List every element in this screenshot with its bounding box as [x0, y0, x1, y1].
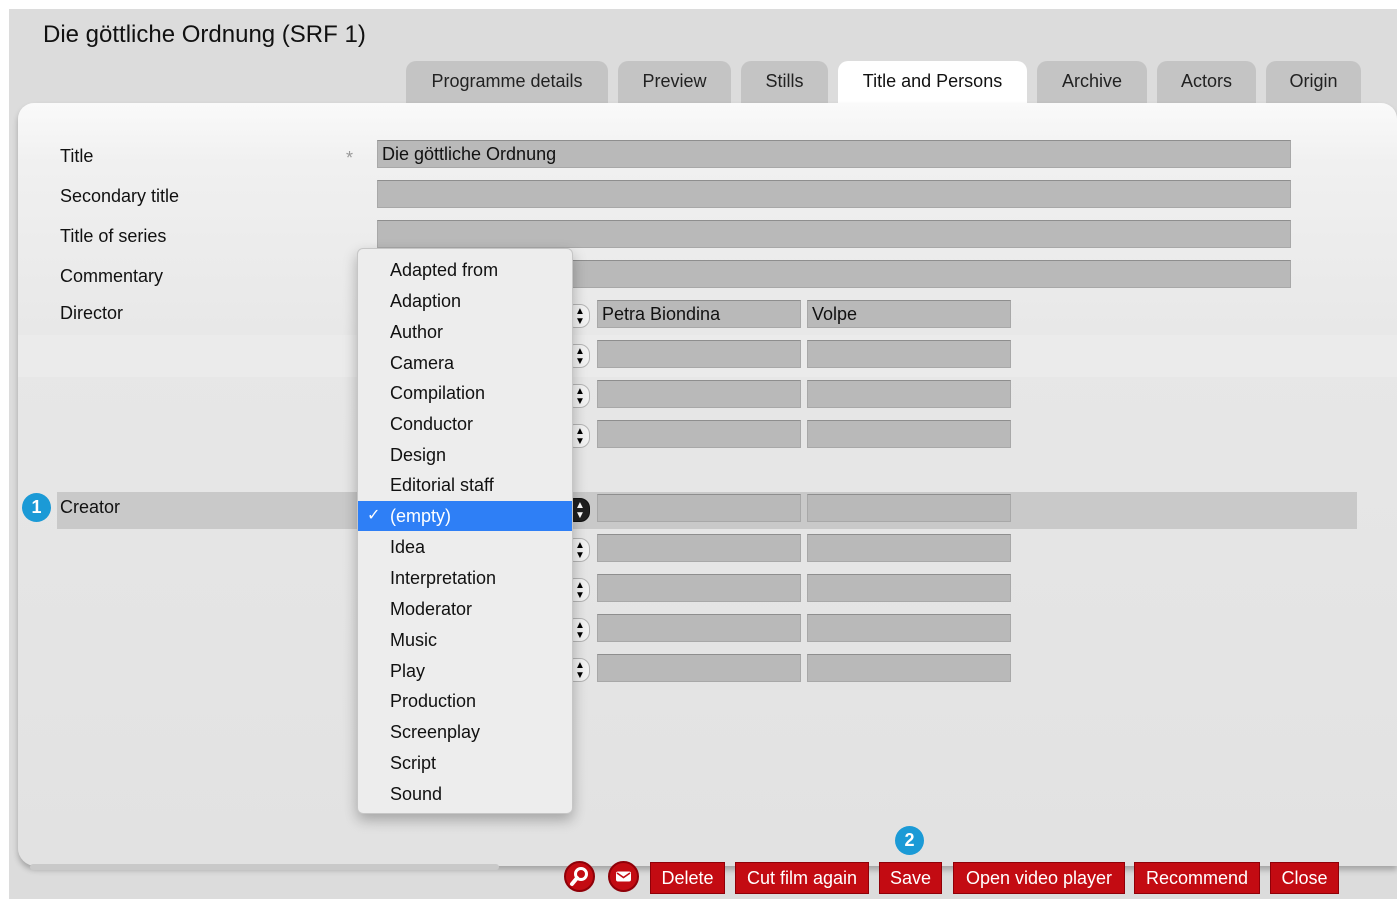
title-field[interactable]: Die göttliche Ordnung	[377, 140, 1291, 168]
role-select-stepper[interactable]: ▲ ▼	[570, 424, 590, 448]
tab-programme-details[interactable]: Programme details	[406, 61, 608, 105]
secondary-title-label: Secondary title	[60, 186, 180, 206]
person-last-name-field[interactable]	[807, 380, 1011, 408]
creator-label: Creator	[60, 497, 121, 517]
dropdown-option[interactable]: Author	[358, 317, 572, 347]
person-last-name-field[interactable]	[807, 494, 1011, 522]
person-first-name-field[interactable]	[597, 534, 801, 562]
form-panel	[18, 103, 1397, 866]
mail-button[interactable]	[608, 861, 639, 892]
dropdown-option[interactable]: Sound	[358, 779, 572, 809]
role-select-stepper[interactable]: ▲ ▼	[570, 304, 590, 328]
title-of-series-label: Title of series	[60, 226, 167, 246]
person-last-name-field[interactable]	[807, 534, 1011, 562]
role-select-stepper[interactable]: ▲ ▼	[570, 538, 590, 562]
dropdown-option[interactable]: Camera	[358, 348, 572, 378]
required-marker: *	[346, 148, 354, 168]
checkmark-icon: ✓	[367, 507, 381, 524]
tab-actors[interactable]: Actors	[1157, 61, 1256, 105]
person-first-name-field[interactable]	[597, 574, 801, 602]
dropdown-option[interactable]: Compilation	[358, 378, 572, 408]
mail-icon	[616, 871, 631, 882]
person-first-name-field[interactable]	[597, 494, 801, 522]
director-label: Director	[60, 303, 124, 323]
dropdown-option[interactable]: Conductor	[358, 409, 572, 439]
person-last-name-field[interactable]	[807, 574, 1011, 602]
tab-title-and-persons[interactable]: Title and Persons	[838, 61, 1027, 105]
cut-film-again-button[interactable]: Cut film again	[735, 862, 869, 894]
role-select-stepper-active[interactable]: ▲ ▼	[570, 498, 590, 522]
dropdown-option[interactable]: Adaption	[358, 286, 572, 316]
role-select-stepper[interactable]: ▲ ▼	[570, 344, 590, 368]
title-label: Title	[60, 146, 94, 166]
role-select-stepper[interactable]: ▲ ▼	[570, 618, 590, 642]
recommend-button[interactable]: Recommend	[1134, 862, 1260, 894]
person-first-name-field[interactable]	[597, 340, 801, 368]
dropdown-option[interactable]: Adapted from	[358, 255, 572, 285]
role-select-stepper[interactable]: ▲ ▼	[570, 578, 590, 602]
search-button[interactable]	[564, 861, 595, 892]
dropdown-option[interactable]: Interpretation	[358, 563, 572, 593]
title-of-series-field[interactable]	[377, 220, 1291, 248]
person-last-name-field[interactable]	[807, 614, 1011, 642]
annotation-badge-2: 2	[895, 826, 924, 855]
commentary-label: Commentary	[60, 266, 164, 286]
close-button[interactable]: Close	[1270, 862, 1339, 894]
dropdown-option[interactable]: Play	[358, 656, 572, 686]
annotation-badge-1: 1	[22, 493, 51, 522]
person-last-name-field[interactable]	[807, 420, 1011, 448]
person-first-name-field[interactable]: Petra Biondina	[597, 300, 801, 328]
tab-archive[interactable]: Archive	[1037, 61, 1147, 105]
person-first-name-field[interactable]	[597, 614, 801, 642]
save-button[interactable]: Save	[879, 862, 942, 894]
person-first-name-field[interactable]	[597, 654, 801, 682]
role-select-stepper[interactable]: ▲ ▼	[570, 658, 590, 682]
search-icon	[570, 867, 588, 886]
window-title: Die göttliche Ordnung (SRF 1)	[43, 21, 366, 48]
dropdown-option-label: (empty)	[390, 506, 452, 526]
panel-bottom-edge	[30, 864, 499, 870]
tab-preview[interactable]: Preview	[618, 61, 731, 105]
delete-button[interactable]: Delete	[650, 862, 725, 894]
dropdown-option[interactable]: Production	[358, 686, 572, 716]
person-first-name-field[interactable]	[597, 420, 801, 448]
tab-stills[interactable]: Stills	[741, 61, 828, 105]
dropdown-option[interactable]: Idea	[358, 532, 572, 562]
person-last-name-field[interactable]: Volpe	[807, 300, 1011, 328]
secondary-title-field[interactable]	[377, 180, 1291, 208]
dropdown-option-selected[interactable]: ✓ (empty)	[358, 501, 572, 531]
role-select-stepper[interactable]: ▲ ▼	[570, 384, 590, 408]
dropdown-option[interactable]: Design	[358, 440, 572, 470]
dropdown-option[interactable]: Script	[358, 748, 572, 778]
dropdown-option[interactable]: Screenplay	[358, 717, 572, 747]
dropdown-option[interactable]: Music	[358, 625, 572, 655]
role-dropdown-menu: Adapted from Adaption Author Camera Comp…	[357, 248, 573, 814]
dropdown-option[interactable]: Editorial staff	[358, 470, 572, 500]
person-last-name-field[interactable]	[807, 654, 1011, 682]
open-video-player-button[interactable]: Open video player	[953, 862, 1125, 894]
person-last-name-field[interactable]	[807, 340, 1011, 368]
person-first-name-field[interactable]	[597, 380, 801, 408]
dropdown-option[interactable]: Moderator	[358, 594, 572, 624]
tab-origin[interactable]: Origin	[1266, 61, 1361, 105]
